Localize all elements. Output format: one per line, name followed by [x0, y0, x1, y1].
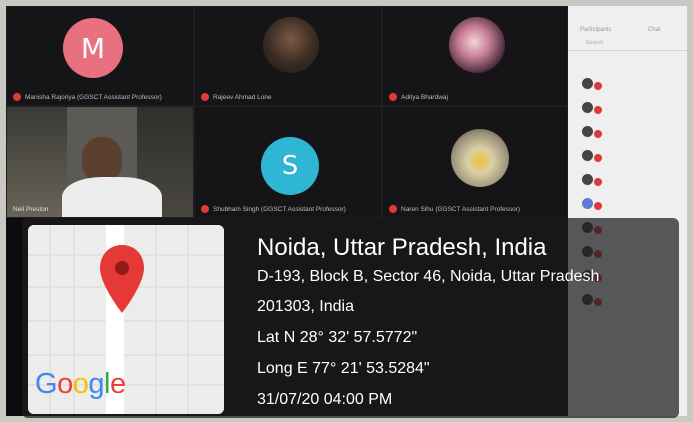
participant-photo: [449, 17, 505, 73]
participant-name: Naren Sihu (GGSCT Assistant Professor): [401, 205, 521, 213]
location-longitude: Long E 77° 21' 53.5284": [257, 360, 430, 377]
tab-chat[interactable]: Chat: [648, 27, 661, 33]
mic-muted-icon: [389, 93, 397, 101]
participant-list-item[interactable]: [582, 100, 609, 115]
tab-participants[interactable]: Participants: [580, 27, 611, 33]
participant-name: Neil Preston: [13, 206, 49, 213]
participant-list-item[interactable]: [582, 76, 609, 91]
participant-search-input[interactable]: Search: [586, 40, 603, 46]
participant-name-tag: Aditya Bhardwaj: [389, 93, 448, 101]
location-address-line1: D-193, Block B, Sector 46, Noida, Uttar …: [257, 268, 600, 285]
participant-list-item[interactable]: [582, 148, 609, 163]
location-address-line2: 201303, India: [257, 298, 354, 315]
mic-muted-icon: [593, 129, 603, 139]
participant-list-item[interactable]: [582, 172, 609, 187]
participant-avatar: M: [63, 18, 123, 78]
participant-name-tag: Rajeev Ahmad Lone: [201, 93, 272, 101]
mic-muted-icon: [593, 105, 603, 115]
panel-header: Participants Chat Search: [568, 6, 687, 51]
participant-name: Rajeev Ahmad Lone: [213, 93, 272, 101]
participant-name: Aditya Bhardwaj: [401, 93, 448, 101]
mic-muted-icon: [201, 93, 209, 101]
participant-list-item[interactable]: [582, 196, 609, 211]
google-logo: Google: [35, 368, 126, 400]
avatar: [582, 150, 593, 161]
avatar: [582, 78, 593, 89]
participant-photo: [263, 17, 319, 73]
mic-muted-icon: [593, 201, 603, 211]
location-map: Google: [28, 225, 224, 414]
person-body: [62, 177, 162, 217]
participant-name-tag: Shubham Singh (GGSCT Assistant Professor…: [201, 205, 346, 213]
location-datetime: 31/07/20 04:00 PM: [257, 391, 393, 408]
video-tile-camera[interactable]: Neil Preston: [6, 106, 194, 218]
bookshelf: [7, 107, 67, 217]
video-tile[interactable]: Aditya Bhardwaj: [382, 6, 568, 106]
participant-name-tag: Manisha Rajoriya (GGSCT Assistant Profes…: [13, 93, 162, 101]
video-tile[interactable]: M Manisha Rajoriya (GGSCT Assistant Prof…: [6, 6, 194, 106]
mic-muted-icon: [201, 205, 209, 213]
participant-photo: [451, 129, 509, 187]
mic-muted-icon: [13, 93, 21, 101]
participant-name-tag: Naren Sihu (GGSCT Assistant Professor): [389, 205, 520, 213]
map-pin-icon: [100, 245, 144, 313]
participant-name: Shubham Singh (GGSCT Assistant Professor…: [213, 205, 346, 213]
avatar: [582, 198, 593, 209]
avatar: [582, 126, 593, 137]
avatar: [582, 174, 593, 185]
mic-muted-icon: [593, 177, 603, 187]
avatar: [582, 102, 593, 113]
mic-muted-icon: [593, 153, 603, 163]
location-city: Noida, Uttar Pradesh, India: [257, 234, 547, 261]
mic-muted-icon: [593, 81, 603, 91]
video-tile[interactable]: S Shubham Singh (GGSCT Assistant Profess…: [194, 106, 382, 218]
participant-name-tag: Neil Preston: [13, 206, 48, 213]
participant-avatar: S: [261, 137, 319, 195]
video-tile[interactable]: Naren Sihu (GGSCT Assistant Professor): [382, 106, 568, 218]
mic-muted-icon: [389, 205, 397, 213]
video-tile[interactable]: Rajeev Ahmad Lone: [194, 6, 382, 106]
participant-name: Manisha Rajoriya (GGSCT Assistant Profes…: [25, 93, 162, 101]
participant-list-item[interactable]: [582, 124, 609, 139]
location-latitude: Lat N 28° 32' 57.5772": [257, 329, 418, 346]
